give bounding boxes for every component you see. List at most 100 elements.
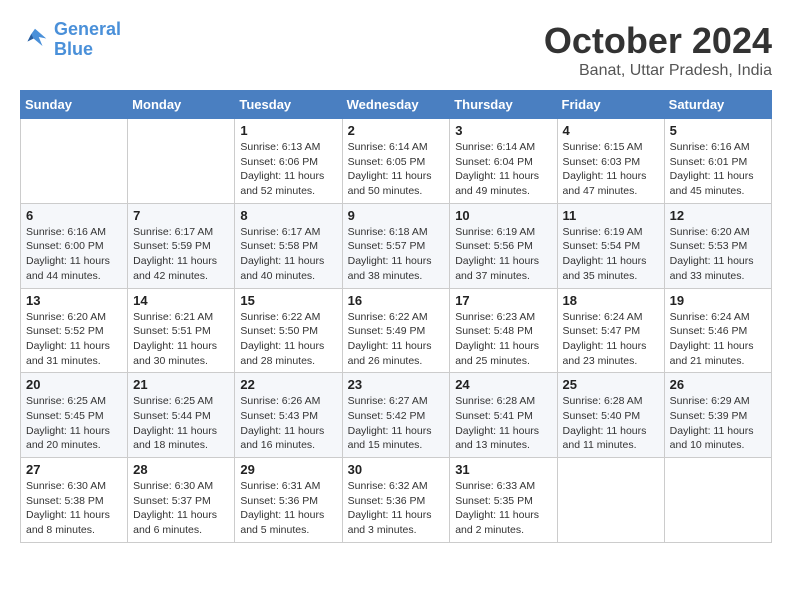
calendar-body: 1 Sunrise: 6:13 AM Sunset: 6:06 PM Daylig…	[21, 119, 772, 543]
calendar-cell: 24 Sunrise: 6:28 AM Sunset: 5:41 PM Dayli…	[450, 373, 557, 458]
day-number: 23	[348, 377, 445, 392]
day-number: 21	[133, 377, 229, 392]
header: General Blue October 2024 Banat, Uttar P…	[20, 20, 772, 80]
day-info: Sunrise: 6:20 AM Sunset: 5:53 PM Dayligh…	[670, 225, 766, 284]
logo-line1: General	[54, 19, 121, 39]
day-number: 3	[455, 123, 551, 138]
day-number: 18	[563, 293, 659, 308]
calendar-cell: 17Sunrise: 6:23 AM Sunset: 5:48 PM Dayli…	[450, 288, 557, 373]
calendar-cell: 1 Sunrise: 6:13 AM Sunset: 6:06 PM Daylig…	[235, 119, 342, 204]
day-number: 12	[670, 208, 766, 223]
calendar-cell: 31 Sunrise: 6:33 AM Sunset: 5:35 PM Dayli…	[450, 458, 557, 543]
day-number: 7	[133, 208, 229, 223]
calendar-week-row: 6 Sunrise: 6:16 AM Sunset: 6:00 PM Daylig…	[21, 203, 772, 288]
calendar-cell: 2 Sunrise: 6:14 AM Sunset: 6:05 PM Daylig…	[342, 119, 450, 204]
day-number: 26	[670, 377, 766, 392]
weekday-header-tuesday: Tuesday	[235, 91, 342, 119]
calendar-week-row: 27 Sunrise: 6:30 AM Sunset: 5:38 PM Dayli…	[21, 458, 772, 543]
day-number: 27	[26, 462, 122, 477]
calendar-cell: 18 Sunrise: 6:24 AM Sunset: 5:47 PM Dayli…	[557, 288, 664, 373]
day-info: Sunrise: 6:27 AM Sunset: 5:42 PM Dayligh…	[348, 394, 445, 453]
calendar-week-row: 13Sunrise: 6:20 AM Sunset: 5:52 PM Dayli…	[21, 288, 772, 373]
day-number: 24	[455, 377, 551, 392]
weekday-header-friday: Friday	[557, 91, 664, 119]
day-info: Sunrise: 6:25 AM Sunset: 5:44 PM Dayligh…	[133, 394, 229, 453]
day-info: Sunrise: 6:16 AM Sunset: 6:00 PM Dayligh…	[26, 225, 122, 284]
day-number: 19	[670, 293, 766, 308]
day-number: 10	[455, 208, 551, 223]
day-info: Sunrise: 6:19 AM Sunset: 5:54 PM Dayligh…	[563, 225, 659, 284]
calendar-cell: 13Sunrise: 6:20 AM Sunset: 5:52 PM Dayli…	[21, 288, 128, 373]
calendar-cell: 26Sunrise: 6:29 AM Sunset: 5:39 PM Dayli…	[664, 373, 771, 458]
day-info: Sunrise: 6:23 AM Sunset: 5:48 PM Dayligh…	[455, 310, 551, 369]
calendar-header-row: SundayMondayTuesdayWednesdayThursdayFrid…	[21, 91, 772, 119]
calendar-cell: 27 Sunrise: 6:30 AM Sunset: 5:38 PM Dayli…	[21, 458, 128, 543]
calendar-cell: 14 Sunrise: 6:21 AM Sunset: 5:51 PM Dayli…	[128, 288, 235, 373]
calendar-cell	[557, 458, 664, 543]
day-info: Sunrise: 6:19 AM Sunset: 5:56 PM Dayligh…	[455, 225, 551, 284]
calendar-cell: 25Sunrise: 6:28 AM Sunset: 5:40 PM Dayli…	[557, 373, 664, 458]
day-info: Sunrise: 6:14 AM Sunset: 6:05 PM Dayligh…	[348, 140, 445, 199]
calendar-cell: 10 Sunrise: 6:19 AM Sunset: 5:56 PM Dayli…	[450, 203, 557, 288]
day-number: 14	[133, 293, 229, 308]
calendar-cell	[128, 119, 235, 204]
day-number: 15	[240, 293, 336, 308]
day-info: Sunrise: 6:32 AM Sunset: 5:36 PM Dayligh…	[348, 479, 445, 538]
day-info: Sunrise: 6:17 AM Sunset: 5:58 PM Dayligh…	[240, 225, 336, 284]
calendar-cell	[21, 119, 128, 204]
calendar-week-row: 20 Sunrise: 6:25 AM Sunset: 5:45 PM Dayli…	[21, 373, 772, 458]
day-number: 20	[26, 377, 122, 392]
logo: General Blue	[20, 20, 121, 60]
day-info: Sunrise: 6:25 AM Sunset: 5:45 PM Dayligh…	[26, 394, 122, 453]
calendar-cell: 3 Sunrise: 6:14 AM Sunset: 6:04 PM Daylig…	[450, 119, 557, 204]
title-area: October 2024 Banat, Uttar Pradesh, India	[544, 20, 772, 80]
day-number: 1	[240, 123, 336, 138]
calendar-cell: 23 Sunrise: 6:27 AM Sunset: 5:42 PM Dayli…	[342, 373, 450, 458]
month-title: October 2024	[544, 20, 772, 62]
day-number: 25	[563, 377, 659, 392]
calendar-cell: 22 Sunrise: 6:26 AM Sunset: 5:43 PM Dayli…	[235, 373, 342, 458]
day-info: Sunrise: 6:15 AM Sunset: 6:03 PM Dayligh…	[563, 140, 659, 199]
day-number: 31	[455, 462, 551, 477]
day-info: Sunrise: 6:22 AM Sunset: 5:50 PM Dayligh…	[240, 310, 336, 369]
day-number: 30	[348, 462, 445, 477]
day-info: Sunrise: 6:26 AM Sunset: 5:43 PM Dayligh…	[240, 394, 336, 453]
day-number: 29	[240, 462, 336, 477]
day-info: Sunrise: 6:21 AM Sunset: 5:51 PM Dayligh…	[133, 310, 229, 369]
calendar-cell: 7 Sunrise: 6:17 AM Sunset: 5:59 PM Daylig…	[128, 203, 235, 288]
day-number: 4	[563, 123, 659, 138]
day-info: Sunrise: 6:30 AM Sunset: 5:37 PM Dayligh…	[133, 479, 229, 538]
day-number: 9	[348, 208, 445, 223]
calendar-cell: 20 Sunrise: 6:25 AM Sunset: 5:45 PM Dayli…	[21, 373, 128, 458]
day-info: Sunrise: 6:14 AM Sunset: 6:04 PM Dayligh…	[455, 140, 551, 199]
day-number: 28	[133, 462, 229, 477]
day-number: 11	[563, 208, 659, 223]
calendar-cell: 30 Sunrise: 6:32 AM Sunset: 5:36 PM Dayli…	[342, 458, 450, 543]
calendar-cell: 21 Sunrise: 6:25 AM Sunset: 5:44 PM Dayli…	[128, 373, 235, 458]
day-number: 6	[26, 208, 122, 223]
calendar-table: SundayMondayTuesdayWednesdayThursdayFrid…	[20, 90, 772, 543]
weekday-header-saturday: Saturday	[664, 91, 771, 119]
location-subtitle: Banat, Uttar Pradesh, India	[544, 62, 772, 80]
calendar-cell: 11 Sunrise: 6:19 AM Sunset: 5:54 PM Dayli…	[557, 203, 664, 288]
day-info: Sunrise: 6:13 AM Sunset: 6:06 PM Dayligh…	[240, 140, 336, 199]
weekday-header-wednesday: Wednesday	[342, 91, 450, 119]
day-info: Sunrise: 6:24 AM Sunset: 5:47 PM Dayligh…	[563, 310, 659, 369]
calendar-cell: 4 Sunrise: 6:15 AM Sunset: 6:03 PM Daylig…	[557, 119, 664, 204]
day-info: Sunrise: 6:28 AM Sunset: 5:41 PM Dayligh…	[455, 394, 551, 453]
calendar-cell: 19 Sunrise: 6:24 AM Sunset: 5:46 PM Dayli…	[664, 288, 771, 373]
calendar-week-row: 1 Sunrise: 6:13 AM Sunset: 6:06 PM Daylig…	[21, 119, 772, 204]
calendar-cell: 9Sunrise: 6:18 AM Sunset: 5:57 PM Daylig…	[342, 203, 450, 288]
day-info: Sunrise: 6:17 AM Sunset: 5:59 PM Dayligh…	[133, 225, 229, 284]
day-info: Sunrise: 6:30 AM Sunset: 5:38 PM Dayligh…	[26, 479, 122, 538]
weekday-header-thursday: Thursday	[450, 91, 557, 119]
day-number: 22	[240, 377, 336, 392]
day-number: 2	[348, 123, 445, 138]
day-number: 5	[670, 123, 766, 138]
calendar-cell: 8Sunrise: 6:17 AM Sunset: 5:58 PM Daylig…	[235, 203, 342, 288]
calendar-cell: 28 Sunrise: 6:30 AM Sunset: 5:37 PM Dayli…	[128, 458, 235, 543]
day-info: Sunrise: 6:24 AM Sunset: 5:46 PM Dayligh…	[670, 310, 766, 369]
day-info: Sunrise: 6:33 AM Sunset: 5:35 PM Dayligh…	[455, 479, 551, 538]
day-info: Sunrise: 6:16 AM Sunset: 6:01 PM Dayligh…	[670, 140, 766, 199]
logo-text: General Blue	[54, 20, 121, 60]
